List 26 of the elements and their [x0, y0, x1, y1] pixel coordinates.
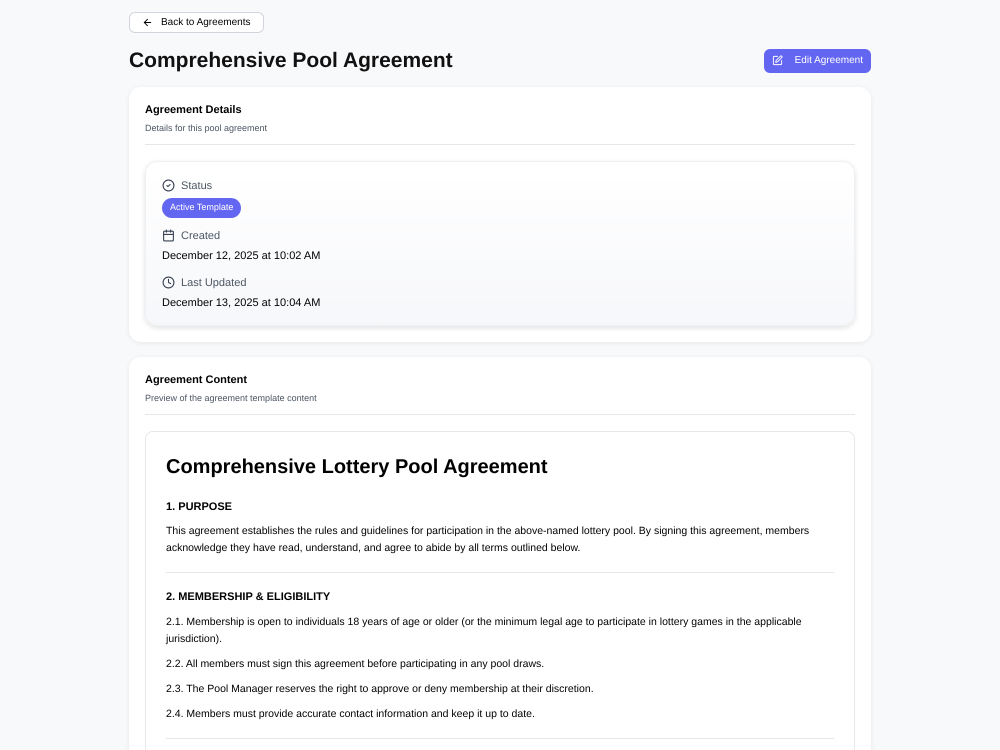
edit-icon	[772, 55, 783, 66]
back-button[interactable]: Back to Agreements	[129, 12, 264, 33]
field-label: Last Updated	[181, 276, 246, 290]
arrow-left-icon	[142, 17, 153, 28]
card-title: Agreement Content	[145, 372, 248, 386]
section-heading: 2. MEMBERSHIP & ELIGIBILITY	[166, 590, 332, 605]
section-heading: 1. PURPOSE	[166, 500, 234, 514]
field-label: Created	[181, 228, 220, 244]
page-title: Comprehensive Pool Agreement	[129, 48, 453, 74]
calendar-icon	[162, 229, 175, 242]
card-subtitle: Preview of the agreement template content	[145, 392, 318, 404]
section-paragraph: This agreement establishes the rules and guidelines for participation in the above-named lottery pool. By signing this agreement, members acknowledge they have read, understand, and agree to abide by all terms outlined below.	[166, 524, 810, 556]
section-paragraph: 2.2. All members must sign this agreement before participating in any pool draws.	[166, 656, 546, 672]
field-value: December 12, 2025 at 10:02 AM	[162, 249, 322, 264]
clock-icon	[162, 276, 175, 290]
card-subtitle: Details for this pool agreement	[145, 122, 268, 134]
field-label: Status	[181, 178, 212, 194]
section-paragraph: 2.4. Members must provide accurate contact information and keep it up to date.	[166, 706, 536, 722]
section-paragraph: 2.1. Membership is open to individuals 18 years of age or older (or the minimum legal age to participate in lottery games in the applicable jurisdiction).	[166, 614, 803, 646]
section-paragraph: 2.3. The Pool Manager reserves the right to approve or deny membership at their discretion.	[166, 682, 595, 696]
document-heading: Comprehensive Lottery Pool Agreement	[166, 454, 549, 480]
card-title: Agreement Details	[145, 102, 243, 116]
check-circle-icon	[162, 179, 175, 192]
edit-button[interactable]: Edit Agreement	[764, 48, 871, 73]
field-value: December 13, 2025 at 10:04 AM	[162, 296, 322, 311]
status-badge: Active Template	[162, 198, 242, 218]
